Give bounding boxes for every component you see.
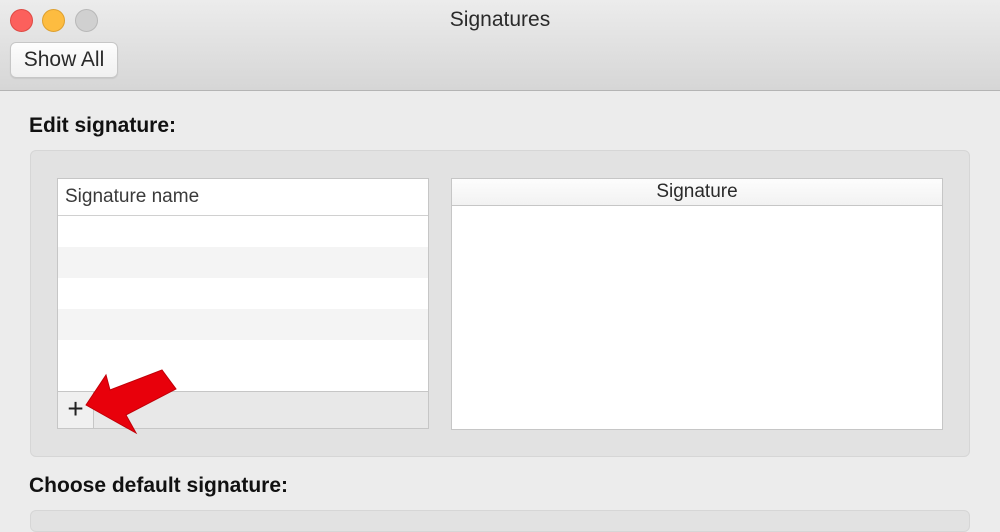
annotation-arrow: [85, 369, 177, 435]
signature-editor[interactable]: Signature: [451, 178, 943, 430]
signature-name-list[interactable]: Signature name: [57, 178, 429, 392]
signature-name-header: Signature name: [58, 179, 428, 216]
title-bar: Signatures Show All: [0, 0, 1000, 91]
default-signature-group: [30, 510, 970, 532]
list-item[interactable]: [58, 216, 428, 247]
list-item[interactable]: [58, 309, 428, 340]
window-title: Signatures: [449, 8, 551, 31]
list-item[interactable]: [58, 247, 428, 278]
edit-signature-heading: Edit signature:: [29, 114, 177, 137]
signature-column-header: Signature: [452, 179, 942, 206]
default-signature-heading: Choose default signature:: [29, 474, 289, 497]
list-item[interactable]: [58, 278, 428, 309]
show-all-button[interactable]: Show All: [10, 42, 118, 78]
